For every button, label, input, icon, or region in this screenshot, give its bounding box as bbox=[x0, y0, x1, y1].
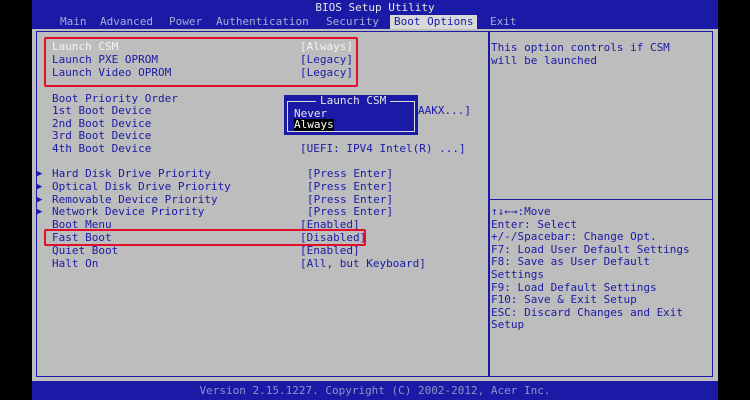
tab-boot-options[interactable]: Boot Options bbox=[390, 15, 478, 29]
help-separator bbox=[490, 199, 712, 200]
submenu-hdd-priority-value[interactable]: [Press Enter] bbox=[307, 168, 393, 180]
submenu-arrow-icon: ▶ bbox=[37, 195, 43, 205]
halt-on-value[interactable]: [All, but Keyboard] bbox=[300, 258, 426, 270]
submenu-optical-priority[interactable]: Optical Disk Drive Priority bbox=[52, 181, 231, 193]
submenu-optical-priority-value[interactable]: [Press Enter] bbox=[307, 181, 393, 193]
tab-authentication[interactable]: Authentication bbox=[212, 15, 313, 29]
submenu-network-priority[interactable]: Network Device Priority bbox=[52, 206, 204, 218]
panel-divider-inner bbox=[489, 31, 490, 377]
version-footer: Version 2.15.1227. Copyright (C) 2002-20… bbox=[32, 381, 718, 400]
submenu-arrow-icon: ▶ bbox=[37, 169, 43, 179]
boot-device-4-value[interactable]: [UEFI: IPV4 Intel(R) ...] bbox=[300, 143, 466, 155]
key-help: ↑↓←→:Move Enter: Select +/-/Spacebar: Ch… bbox=[491, 205, 690, 332]
window-title: BIOS Setup Utility bbox=[32, 0, 718, 15]
tab-exit[interactable]: Exit bbox=[486, 15, 521, 29]
help-description: This option controls if CSM will be laun… bbox=[491, 41, 670, 67]
tab-security[interactable]: Security bbox=[322, 15, 383, 29]
quiet-boot-value[interactable]: [Enabled] bbox=[300, 245, 360, 257]
popup-title: Launch CSM bbox=[316, 95, 391, 107]
boot-device-1-label[interactable]: 1st Boot Device bbox=[52, 105, 151, 117]
tab-advanced[interactable]: Advanced bbox=[96, 15, 157, 29]
submenu-arrow-icon: ▶ bbox=[37, 182, 43, 192]
boot-device-1-value[interactable]: AAKX...] bbox=[418, 105, 471, 117]
bios-screen: BIOS Setup Utility Main Advanced Power A… bbox=[32, 0, 718, 400]
submenu-arrow-icon: ▶ bbox=[37, 207, 43, 217]
launch-settings-highlight bbox=[44, 37, 358, 87]
submenu-hdd-priority[interactable]: Hard Disk Drive Priority bbox=[52, 168, 211, 180]
menu-bar: Main Advanced Power Authentication Secur… bbox=[32, 15, 718, 29]
launch-csm-popup: Launch CSM Never Always bbox=[284, 95, 418, 135]
tab-power[interactable]: Power bbox=[165, 15, 206, 29]
tab-main[interactable]: Main bbox=[56, 15, 91, 29]
boot-device-4-label[interactable]: 4th Boot Device bbox=[52, 143, 151, 155]
submenu-network-priority-value[interactable]: [Press Enter] bbox=[307, 206, 393, 218]
fast-boot-highlight bbox=[44, 229, 366, 246]
halt-on-label[interactable]: Halt On bbox=[52, 258, 98, 270]
boot-device-3-label[interactable]: 3rd Boot Device bbox=[52, 130, 151, 142]
quiet-boot-label[interactable]: Quiet Boot bbox=[52, 245, 118, 257]
popup-option-always[interactable]: Always bbox=[294, 119, 334, 131]
